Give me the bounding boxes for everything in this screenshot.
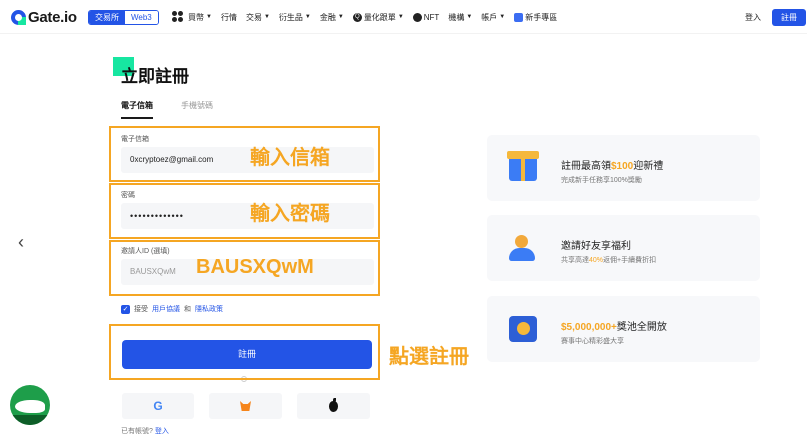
logo-text: Gate.io	[28, 9, 77, 26]
agree-checkbox[interactable]: ✓	[121, 304, 130, 314]
promo-title: 註冊最高領$100迎新禮	[561, 161, 664, 172]
agree-and: 和	[184, 306, 191, 313]
chevron-down-icon: ▼	[499, 14, 506, 20]
quant-icon: Q	[352, 12, 362, 22]
top-navbar: Gate.io 交易所 Web3 買幣 ▼ 行情 交易 ▼ 衍生品 ▼ 金融 ▼ Q 量化…	[0, 0, 807, 34]
nav-item-finance[interactable]: 金融 ▼	[320, 12, 344, 23]
terms-link[interactable]: 用戶協議	[152, 304, 180, 314]
agreement-row: ✓ 接受 用戶協議 和 隱私政策	[121, 304, 223, 314]
register-button[interactable]: 註冊	[772, 9, 806, 26]
nav-item-markets[interactable]: 行情	[221, 12, 237, 23]
nav-item-quant-copy[interactable]: Q 量化跟單 ▼	[352, 12, 404, 23]
promo-subtitle: 賽事中心精彩盛大享	[561, 338, 624, 345]
mode-exchange[interactable]: 交易所	[89, 11, 125, 24]
tab-email[interactable]: 電子信箱	[121, 100, 153, 119]
google-icon: G	[153, 399, 163, 413]
promo-card-prize-pool[interactable]: $5,000,000+獎池全開放 賽事中心精彩盛大享	[487, 296, 760, 362]
login-link[interactable]: 登入	[745, 12, 761, 23]
nav-item-derivatives[interactable]: 衍生品 ▼	[279, 12, 311, 23]
annotation-email: 輸入信箱	[250, 147, 330, 169]
apple-login-button[interactable]	[297, 393, 370, 419]
coin-icon	[509, 316, 537, 342]
nav-item-institutional[interactable]: 機構 ▼	[448, 12, 472, 23]
nav-menu: 買幣 ▼ 行情 交易 ▼ 衍生品 ▼ 金融 ▼ Q 量化跟單 ▼ NFT 機構 ▼ 帳戶 ▼ 新…	[188, 0, 566, 34]
google-login-button[interactable]: G	[122, 393, 194, 419]
promo-card-welcome[interactable]: 註冊最高領$100迎新禮 完成新手任務享100%獎勵	[487, 135, 760, 201]
nav-item-beginner[interactable]: 新手專區	[514, 12, 557, 23]
annotation-submit: 點選註冊	[389, 346, 469, 368]
promo-title: 邀請好友享福利	[561, 241, 631, 252]
apple-icon	[329, 397, 338, 412]
chevron-down-icon: ▼	[397, 14, 404, 20]
nav-item-trade[interactable]: 交易 ▼	[246, 12, 270, 23]
nav-item-buy-crypto[interactable]: 買幣 ▼	[188, 12, 212, 23]
annotation-password: 輸入密碼	[250, 203, 330, 225]
have-account-row: 已有帳號? 登入	[121, 428, 169, 435]
gateio-logo[interactable]: Gate.io	[11, 9, 77, 26]
chevron-down-icon: ▼	[206, 14, 212, 20]
exchange-web3-switch: 交易所 Web3	[88, 10, 159, 25]
bottom-login-link[interactable]: 登入	[155, 428, 169, 435]
email-highlight-box	[109, 126, 380, 182]
promo-title: $5,000,000+獎池全開放	[561, 322, 667, 333]
agree-prefix: 接受	[134, 306, 148, 313]
nft-icon	[412, 12, 422, 22]
submit-highlight-box	[109, 324, 380, 380]
annotation-referral: BAUSXQwM	[196, 256, 314, 278]
promo-card-referral[interactable]: 邀請好友享福利 共享高達40%返佣+手續費折扣	[487, 215, 760, 281]
gateio-logo-icon	[11, 10, 26, 25]
page: Gate.io 交易所 Web3 買幣 ▼ 行情 交易 ▼ 衍生品 ▼ 金融 ▼ Q 量化…	[0, 0, 807, 435]
mode-web3[interactable]: Web3	[125, 11, 158, 24]
gift-icon	[507, 151, 539, 181]
avatar	[10, 385, 50, 425]
chevron-down-icon: ▼	[466, 14, 473, 20]
promo-subtitle: 完成新手任務享100%獎勵	[561, 177, 642, 184]
beginner-icon	[514, 12, 524, 22]
promo-subtitle: 共享高達40%返佣+手續費折扣	[561, 257, 657, 264]
privacy-link[interactable]: 隱私政策	[195, 304, 223, 314]
tab-phone[interactable]: 手機號碼	[181, 100, 213, 119]
signup-method-tabs: 電子信箱 手機號碼	[121, 100, 213, 119]
chevron-down-icon: ▼	[337, 14, 344, 20]
chevron-down-icon: ▼	[263, 14, 270, 20]
password-highlight-box	[109, 183, 380, 239]
metamask-login-button[interactable]	[209, 393, 282, 419]
page-title: 立即註冊	[121, 67, 189, 86]
nav-item-account[interactable]: 帳戶 ▼	[481, 12, 505, 23]
back-arrow-icon[interactable]: ‹	[18, 232, 24, 253]
nav-item-nft[interactable]: NFT	[412, 12, 439, 22]
chevron-down-icon: ▼	[304, 14, 311, 20]
apps-grid-icon[interactable]	[172, 11, 183, 22]
metamask-fox-icon	[240, 401, 251, 411]
user-icon	[509, 235, 537, 261]
